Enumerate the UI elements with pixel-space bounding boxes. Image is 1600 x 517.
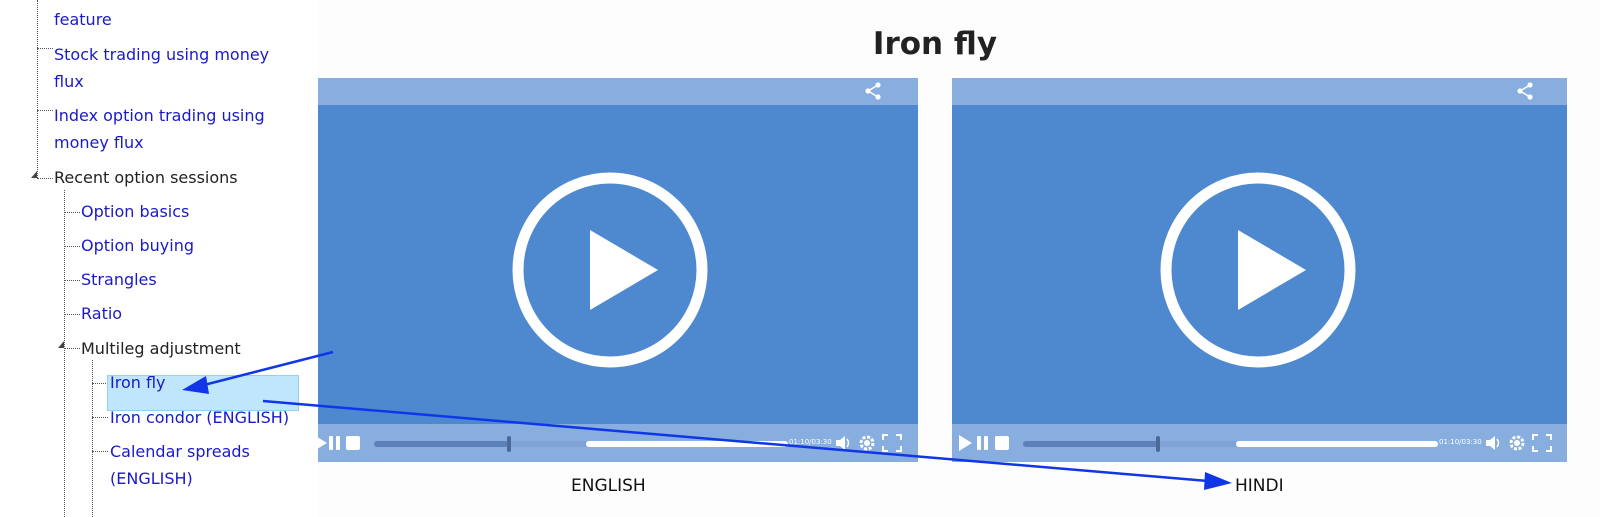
share-icon[interactable] — [863, 81, 883, 101]
tree-item-iron-fly[interactable]: Iron fly — [110, 369, 166, 397]
tree-item-stock-trading-cont[interactable]: flux — [54, 68, 84, 96]
tree-connector — [37, 110, 53, 111]
pause-icon[interactable] — [976, 434, 990, 452]
tree-item-calendar-spreads-cont[interactable]: (ENGLISH) — [110, 465, 193, 493]
tree-item-strangles[interactable]: Strangles — [81, 266, 157, 294]
page-title: Iron fly — [872, 26, 998, 62]
settings-icon[interactable] — [1508, 434, 1526, 452]
tree-connector — [64, 348, 80, 349]
tree-connector — [64, 280, 80, 281]
settings-icon[interactable] — [858, 434, 876, 452]
tree-item-option-buying[interactable]: Option buying — [81, 232, 194, 260]
video-caption-english: ENGLISH — [571, 476, 646, 496]
fullscreen-icon[interactable] — [882, 434, 902, 452]
progress-handle[interactable] — [1156, 436, 1160, 452]
tree-connector — [92, 383, 108, 384]
volume-icon[interactable] — [1485, 434, 1503, 452]
stop-icon[interactable] — [345, 434, 361, 452]
fullscreen-icon[interactable] — [1532, 434, 1552, 452]
tree-folder-multileg-adjustment[interactable]: Multileg adjustment — [81, 335, 241, 363]
tree-folder-recent-option-sessions[interactable]: Recent option sessions — [54, 164, 238, 192]
video-caption-hindi: HINDI — [1235, 476, 1284, 496]
tree-item-calendar-spreads[interactable]: Calendar spreads — [110, 438, 250, 466]
play-icon[interactable] — [1158, 170, 1358, 370]
sidebar-tree: feature Stock trading using money flux I… — [0, 0, 318, 517]
tree-connector — [37, 48, 53, 49]
video-top-bar — [952, 78, 1567, 105]
play-small-icon[interactable] — [959, 434, 973, 452]
video-time: 01:10/03:30 — [789, 438, 832, 446]
tree-item-stock-trading[interactable]: Stock trading using money — [54, 41, 269, 69]
tree-item-feature[interactable]: feature — [54, 6, 112, 34]
tree-toggle-icon[interactable] — [31, 171, 37, 178]
progress-buffered[interactable] — [1158, 441, 1236, 447]
tree-connector — [64, 246, 80, 247]
tree-connector — [37, 178, 53, 179]
tree-connector — [92, 451, 108, 452]
video-controls: 01:10/03:30 — [318, 424, 918, 462]
tree-item-index-option-cont[interactable]: money flux — [54, 129, 144, 157]
video-controls: 01:10/03:30 — [952, 424, 1567, 462]
play-small-icon[interactable] — [318, 434, 328, 452]
tree-toggle-icon[interactable] — [58, 341, 64, 348]
stop-icon[interactable] — [994, 434, 1010, 452]
volume-icon[interactable] — [835, 434, 853, 452]
tree-connector — [92, 417, 108, 418]
tree-item-ratio[interactable]: Ratio — [81, 300, 122, 328]
progress-handle[interactable] — [507, 436, 511, 452]
progress-remaining[interactable] — [586, 441, 788, 447]
progress-played[interactable] — [1023, 441, 1158, 447]
pause-icon[interactable] — [328, 434, 342, 452]
progress-remaining[interactable] — [1236, 441, 1438, 447]
tree-connector — [64, 190, 65, 517]
tree-connector — [64, 314, 80, 315]
progress-buffered[interactable] — [509, 441, 586, 447]
tree-connector — [37, 0, 38, 178]
share-icon[interactable] — [1515, 81, 1535, 101]
tree-item-option-basics[interactable]: Option basics — [81, 198, 189, 226]
video-player-english[interactable]: 01:10/03:30 — [318, 78, 918, 462]
tree-item-index-option[interactable]: Index option trading using — [54, 102, 265, 130]
tree-connector — [64, 212, 80, 213]
video-player-hindi[interactable]: 01:10/03:30 — [952, 78, 1567, 462]
play-icon[interactable] — [510, 170, 710, 370]
video-time: 01:10/03:30 — [1439, 438, 1482, 446]
video-top-bar — [318, 78, 918, 105]
tree-item-iron-condor[interactable]: Iron condor (ENGLISH) — [110, 404, 289, 432]
progress-played[interactable] — [374, 441, 509, 447]
